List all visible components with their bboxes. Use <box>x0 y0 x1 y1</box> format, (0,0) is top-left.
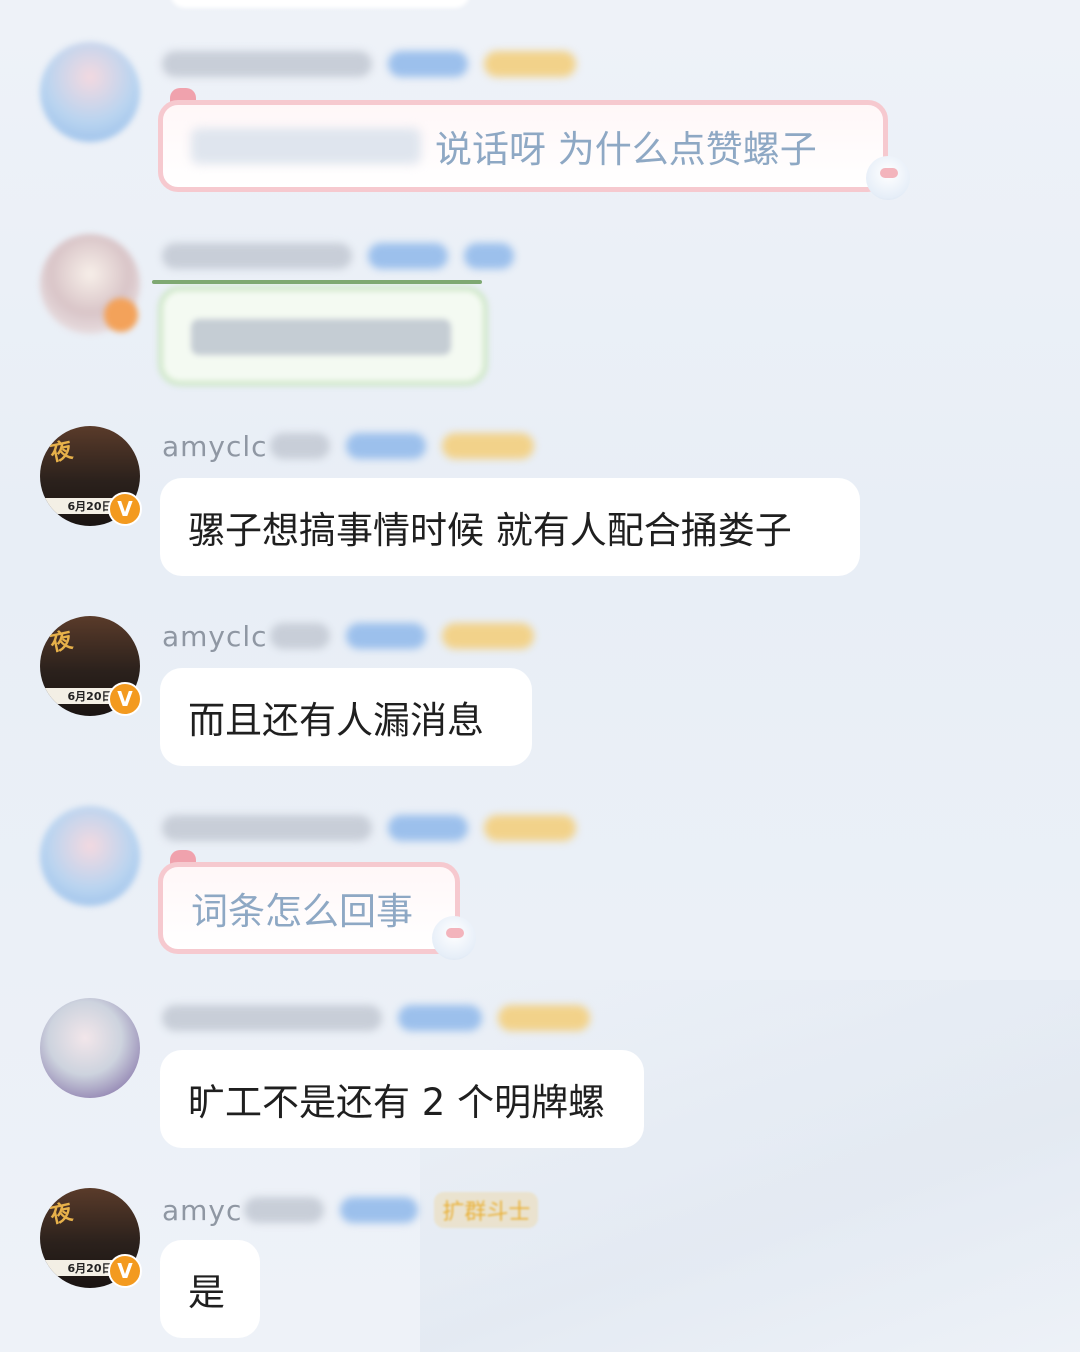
sender-name-blurred <box>162 51 372 77</box>
sender-name-blurred <box>162 1005 382 1031</box>
sender-name-line <box>162 810 592 846</box>
fan-badge <box>368 243 448 269</box>
fan-badge <box>388 51 468 77</box>
title-badge: 扩群斗士 <box>434 1192 539 1228</box>
clover-sticker-border <box>152 280 482 284</box>
sender-name-line: amyclc <box>162 618 550 654</box>
title-badge <box>441 433 534 459</box>
message-bubble[interactable] <box>158 286 488 386</box>
sender-name-line <box>162 1000 606 1036</box>
message-bubble[interactable]: 骡子想搞事情时候 就有人配合捅娄子 <box>160 478 860 576</box>
message-text: 骡子想搞事情时候 就有人配合捅娄子 <box>188 509 792 552</box>
sender-name-blurred <box>269 623 330 649</box>
message-bubble[interactable]: 说话呀 为什么点赞螺子 <box>158 100 888 192</box>
sender-name-line: amyc 扩群斗士 <box>162 1192 539 1228</box>
avatar[interactable] <box>40 806 140 906</box>
title-badge <box>441 623 534 649</box>
avatar-poster-title: 夜 <box>47 626 75 657</box>
sender-name[interactable]: amyc <box>162 1194 242 1227</box>
message-bubble[interactable]: 而且还有人漏消息 <box>160 668 532 766</box>
message-text: 词条怎么回事 <box>191 890 413 933</box>
fan-badge <box>345 623 426 649</box>
message-bubble[interactable]: 是 <box>160 1240 260 1338</box>
message-text: 是 <box>188 1271 225 1314</box>
verified-icon: V <box>108 492 142 526</box>
verified-icon: V <box>108 1254 142 1288</box>
sender-name-line: amyclc <box>162 428 550 464</box>
sender-name-blurred <box>244 1197 325 1223</box>
previous-message-bubble-edge <box>170 0 470 8</box>
title-badge <box>498 1005 590 1031</box>
sender-name-line <box>162 238 530 274</box>
sender-name[interactable]: amyclc <box>162 430 268 463</box>
fan-badge <box>388 815 468 841</box>
snowman-sticker-icon <box>432 916 476 960</box>
sender-name-blurred <box>162 815 372 841</box>
message-text: 旷工不是还有 2 个明牌螺 <box>188 1081 606 1124</box>
avatar-poster-title: 夜 <box>47 1198 75 1229</box>
message-text-blurred <box>191 319 451 355</box>
level-badge-icon <box>104 298 138 332</box>
message-text-blurred <box>191 128 421 164</box>
sender-name-blurred <box>162 243 352 269</box>
avatar[interactable] <box>40 998 140 1098</box>
message-bubble[interactable]: 旷工不是还有 2 个明牌螺 <box>160 1050 644 1148</box>
snowman-sticker-icon <box>866 156 910 200</box>
verified-icon: V <box>108 682 142 716</box>
message-bubble[interactable]: 词条怎么回事 <box>158 862 460 954</box>
sender-name-line <box>162 46 592 82</box>
message-text: 而且还有人漏消息 <box>188 699 484 742</box>
title-badge <box>484 51 576 77</box>
message-text: 说话呀 为什么点赞螺子 <box>435 128 817 171</box>
level-badge <box>464 243 514 269</box>
sender-name-blurred <box>269 433 330 459</box>
fan-badge <box>398 1005 482 1031</box>
title-badge <box>484 815 576 841</box>
avatar[interactable] <box>40 42 140 142</box>
avatar-poster-title: 夜 <box>47 436 75 467</box>
fan-badge <box>345 433 426 459</box>
fan-badge <box>340 1197 419 1223</box>
sender-name[interactable]: amyclc <box>162 620 268 653</box>
